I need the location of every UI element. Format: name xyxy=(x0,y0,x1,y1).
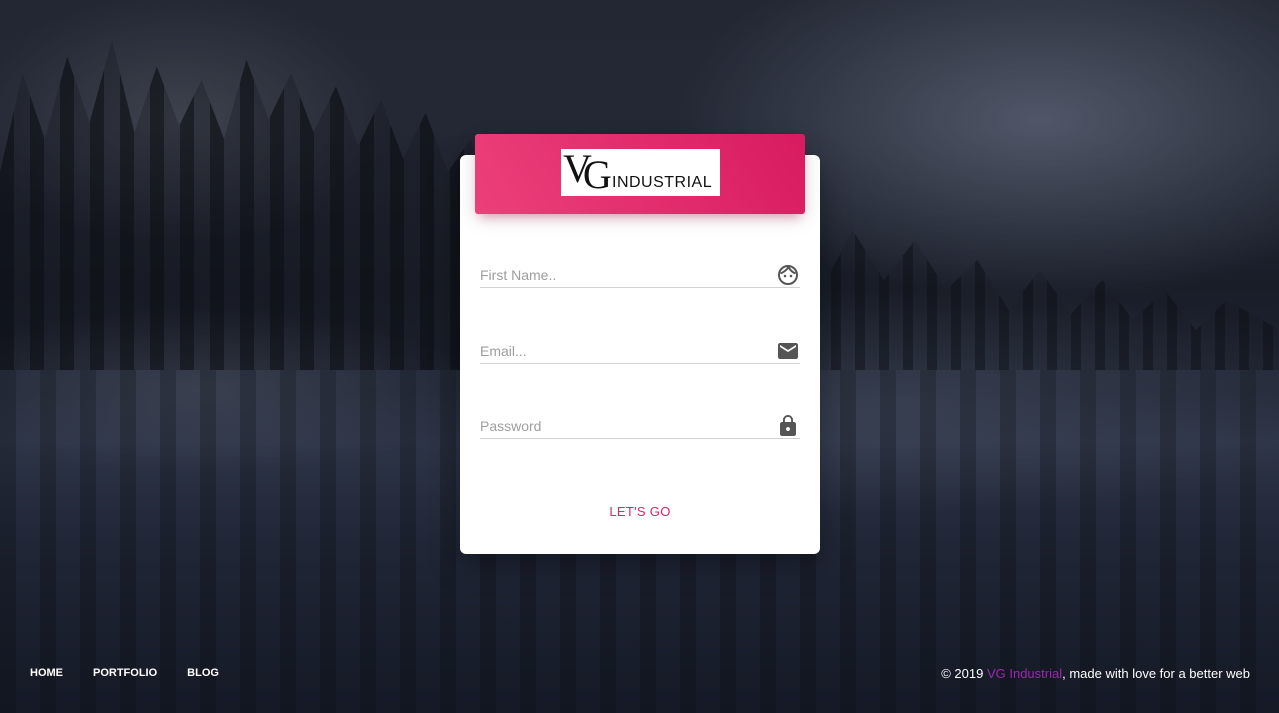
password-field xyxy=(480,408,800,439)
footer-link-portfolio[interactable]: PORTFOLIO xyxy=(93,665,157,681)
card-header: VG INDUSTRIAL xyxy=(475,134,805,214)
lock-icon xyxy=(776,414,800,438)
footer-link-blog[interactable]: BLOG xyxy=(187,665,219,681)
logo-text: INDUSTRIAL xyxy=(612,174,713,191)
login-page: LET'S GO VG INDUSTRIAL HOME PORTFOLIO BL… xyxy=(0,0,1279,713)
lets-go-button[interactable]: LET'S GO xyxy=(580,498,700,526)
first-name-input[interactable] xyxy=(480,265,760,285)
footer-link-home[interactable]: HOME xyxy=(30,665,63,681)
password-input[interactable] xyxy=(480,416,760,436)
copyright-link[interactable]: VG Industrial xyxy=(987,666,1062,681)
copyright-suffix: , made with love for a better web xyxy=(1062,666,1250,681)
copyright-prefix: © 2019 xyxy=(941,666,987,681)
logo-mark: VG xyxy=(563,149,612,196)
email-input[interactable] xyxy=(480,341,760,361)
footer-nav: HOME PORTFOLIO BLOG xyxy=(30,665,249,681)
login-card: LET'S GO xyxy=(460,155,820,554)
first-name-field xyxy=(480,257,800,288)
face-icon xyxy=(776,263,800,287)
vg-industrial-logo: VG INDUSTRIAL xyxy=(561,149,720,196)
copyright-text: © 2019 VG Industrial, made with love for… xyxy=(941,665,1250,683)
mail-icon xyxy=(776,339,800,363)
email-field xyxy=(480,333,800,364)
